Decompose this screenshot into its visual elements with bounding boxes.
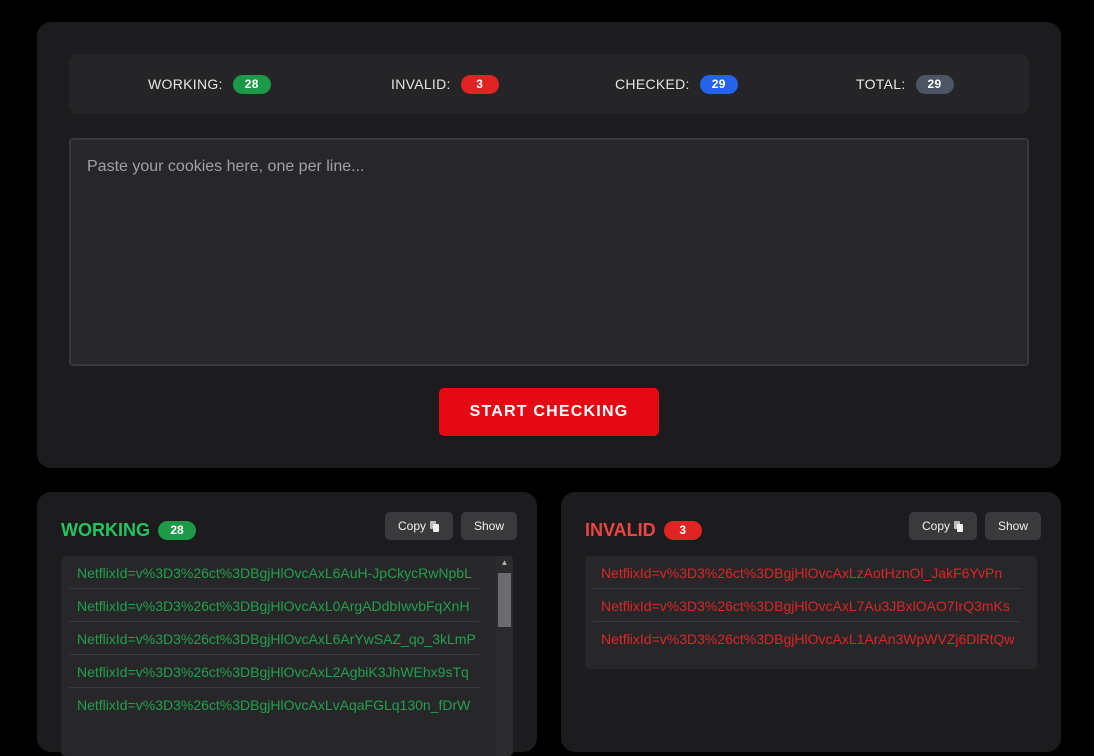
stat-total: TOTAL: 29 [856,54,954,114]
working-copy-label: Copy [397,519,426,533]
working-list-scrollbar[interactable]: ▲ [496,556,513,756]
working-show-button[interactable]: Show [461,512,517,540]
start-checking-button[interactable]: START CHECKING [439,388,659,436]
cookies-input[interactable] [69,138,1029,366]
invalid-list: NetflixId=v%3D3%26ct%3DBgjHlOvcAxLzAotHz… [585,556,1037,669]
invalid-copy-label: Copy [921,519,950,533]
stat-checked-badge: 29 [699,74,738,94]
chevron-up-icon[interactable]: ▲ [496,556,513,570]
stat-total-badge: 29 [915,74,954,94]
working-list-item[interactable]: NetflixId=v%3D3%26ct%3DBgjHlOvcAxLvAqaFG… [69,688,479,720]
stat-checked: CHECKED: 29 [615,54,738,114]
working-list: NetflixId=v%3D3%26ct%3DBgjHlOvcAxL6AuH-J… [61,556,513,756]
stat-invalid: INVALID: 3 [391,54,499,114]
invalid-copy-button[interactable]: Copy [909,512,977,540]
invalid-list-item[interactable]: NetflixId=v%3D3%26ct%3DBgjHlOvcAxL1ArAn3… [593,622,1021,654]
invalid-show-button[interactable]: Show [985,512,1041,540]
stats-bar: WORKING: 28 INVALID: 3 CHECKED: 29 TOTAL… [69,54,1029,114]
working-panel-header: WORKING 28 [61,520,196,541]
working-list-item[interactable]: NetflixId=v%3D3%26ct%3DBgjHlOvcAxL6AuH-J… [69,556,479,589]
working-panel-title: WORKING [61,520,150,540]
copy-icon [954,520,964,532]
stat-invalid-badge: 3 [460,74,499,94]
invalid-panel-header: INVALID 3 [585,520,702,541]
invalid-panel: INVALID 3 Copy Show NetflixId=v%3D3%26ct… [561,492,1061,752]
invalid-count-badge: 3 [663,521,702,540]
working-list-item[interactable]: NetflixId=v%3D3%26ct%3DBgjHlOvcAxL6ArYwS… [69,622,479,655]
stat-working-badge: 28 [232,74,271,94]
invalid-list-item[interactable]: NetflixId=v%3D3%26ct%3DBgjHlOvcAxLzAotHz… [593,556,1021,589]
copy-icon [430,520,440,532]
stat-invalid-label: INVALID: [391,76,451,92]
stat-total-label: TOTAL: [856,76,906,92]
checker-card: WORKING: 28 INVALID: 3 CHECKED: 29 TOTAL… [37,22,1061,468]
stat-working: WORKING: 28 [148,54,271,114]
invalid-list-item[interactable]: NetflixId=v%3D3%26ct%3DBgjHlOvcAxL7Au3JB… [593,589,1021,622]
stat-working-label: WORKING: [148,76,223,92]
working-copy-button[interactable]: Copy [385,512,453,540]
invalid-panel-title: INVALID [585,520,656,540]
stat-checked-label: CHECKED: [615,76,690,92]
working-panel: WORKING 28 Copy Show NetflixId=v%3D3%26c… [37,492,537,756]
scrollbar-thumb[interactable] [498,573,511,627]
working-list-item[interactable]: NetflixId=v%3D3%26ct%3DBgjHlOvcAxL0ArgAD… [69,589,479,622]
working-list-item[interactable]: NetflixId=v%3D3%26ct%3DBgjHlOvcAxL2AgbiK… [69,655,479,688]
working-count-badge: 28 [158,521,196,540]
